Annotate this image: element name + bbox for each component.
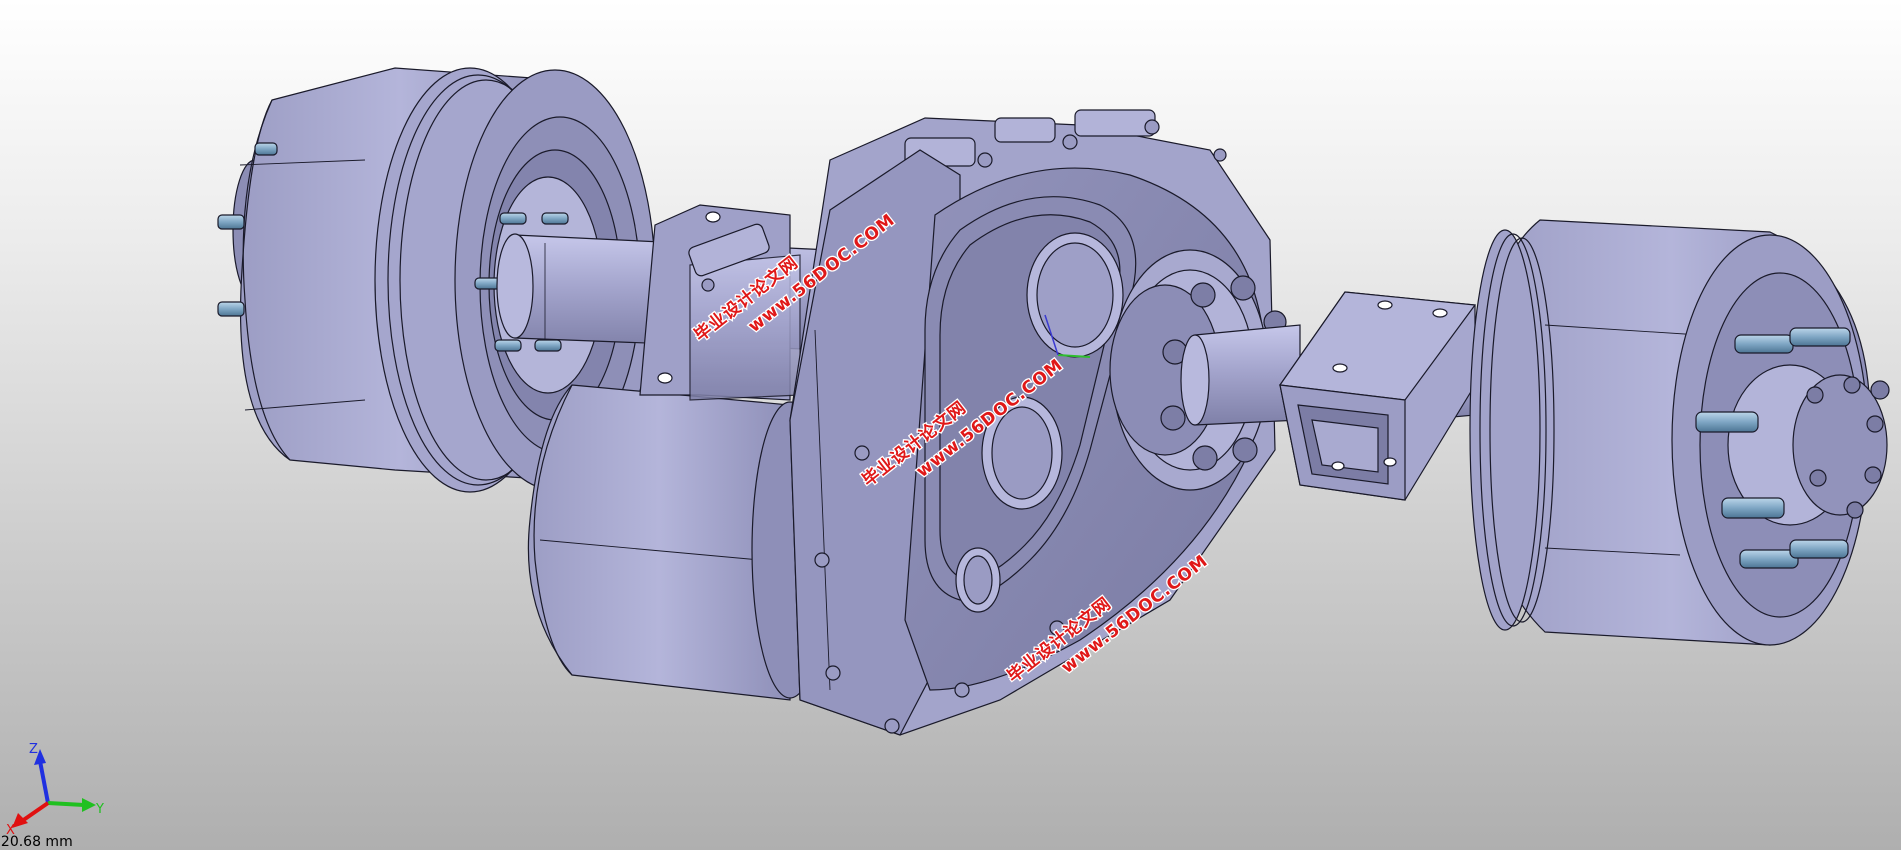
3d-viewport[interactable]: 毕业设计论文网 www.56DOC.COM 毕业设计论文网 www.56DOC.… xyxy=(0,0,1901,850)
z-axis-arrow xyxy=(38,760,50,804)
y-axis-label: Y xyxy=(95,802,104,817)
orientation-triad[interactable]: Z Y X xyxy=(0,735,110,835)
y-axis-arrow xyxy=(47,801,85,807)
scale-readout: 320.68 mm xyxy=(0,834,73,850)
right-wheel-drum[interactable] xyxy=(1469,219,1890,646)
square-bracket[interactable] xyxy=(1278,291,1477,501)
y-axis-head xyxy=(82,798,96,812)
x-axis-arrow xyxy=(20,801,50,823)
z-axis-label: Z xyxy=(29,742,38,757)
motor-cylinder[interactable] xyxy=(527,384,829,701)
cad-model-drive-axle[interactable]: 毕业设计论文网 www.56DOC.COM 毕业设计论文网 www.56DOC.… xyxy=(0,0,1901,850)
